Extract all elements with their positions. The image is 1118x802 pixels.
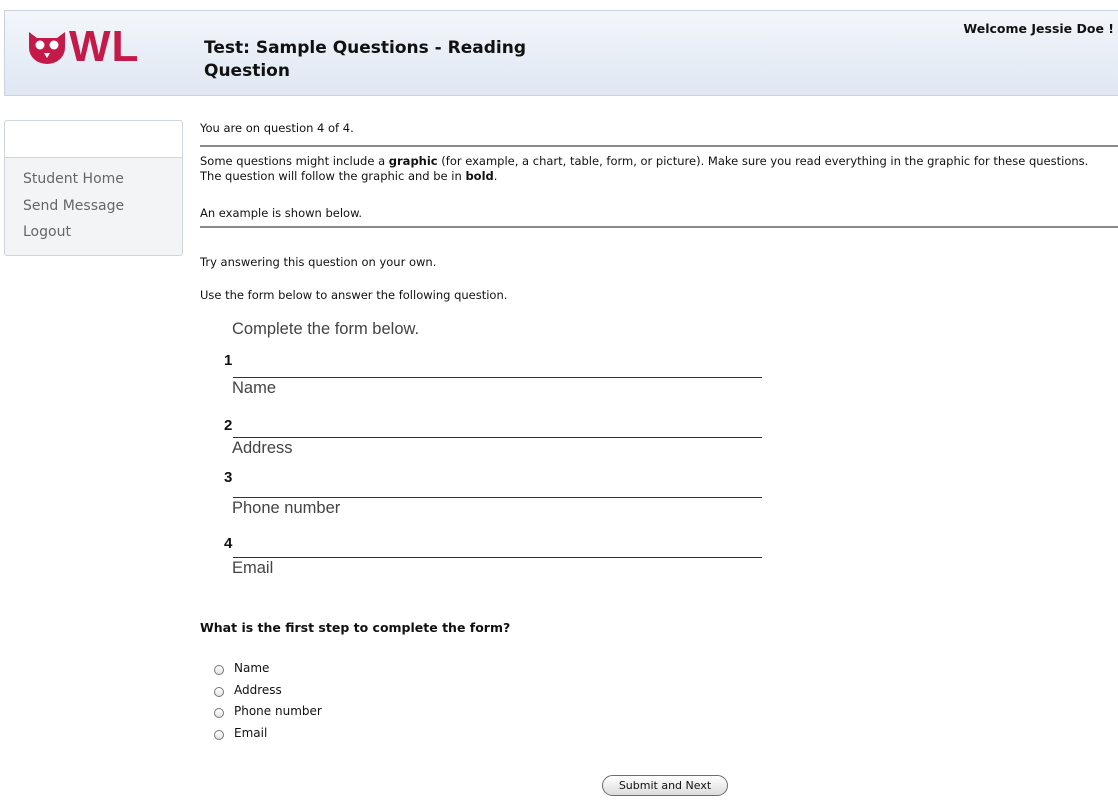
option-label: Address xyxy=(234,682,282,697)
form-field: 2 Address xyxy=(222,417,767,477)
graphic-instruction: Complete the form below. xyxy=(232,320,420,338)
answer-options: Name Address Phone number Email xyxy=(214,657,322,744)
option-label: Email xyxy=(234,725,268,740)
question-text: What is the first step to complete the f… xyxy=(200,620,511,635)
sidebar-nav: Student Home Send Message Logout xyxy=(5,158,182,246)
option-label: Name xyxy=(234,660,270,675)
field-line xyxy=(233,437,762,438)
field-line xyxy=(233,377,762,378)
field-line xyxy=(233,557,762,558)
page-title: Test: Sample Questions - Reading Questio… xyxy=(204,38,527,81)
sidebar-header xyxy=(5,121,182,158)
answer-option-phone-number[interactable]: Phone number xyxy=(214,700,322,722)
sidebar-item-logout[interactable]: Logout xyxy=(23,219,182,246)
logo-text: WL xyxy=(69,22,140,71)
field-number: 2 xyxy=(224,417,233,434)
sidebar-item-student-home[interactable]: Student Home xyxy=(23,166,182,193)
use-form-text: Use the form below to answer the followi… xyxy=(200,288,508,302)
question-progress: You are on question 4 of 4. xyxy=(200,121,354,135)
form-field: 3 Phone number xyxy=(222,469,767,529)
radio-button[interactable] xyxy=(214,729,224,740)
owl-logo-icon xyxy=(29,32,65,64)
answer-option-email[interactable]: Email xyxy=(214,722,322,744)
field-label: Name xyxy=(232,379,277,397)
radio-button[interactable] xyxy=(214,708,224,719)
page-header: WL Test: Sample Questions - Reading Ques… xyxy=(4,10,1118,96)
divider xyxy=(200,145,1118,147)
field-label: Phone number xyxy=(232,499,341,517)
field-number: 1 xyxy=(224,352,233,369)
example-note: An example is shown below. xyxy=(200,206,363,220)
form-field: 1 Name xyxy=(222,352,767,412)
field-number: 4 xyxy=(224,535,233,552)
welcome-message: Welcome Jessie Doe ! xyxy=(963,21,1114,36)
option-label: Phone number xyxy=(234,704,322,719)
field-number: 3 xyxy=(224,469,233,486)
answer-option-name[interactable]: Name xyxy=(214,657,322,679)
field-label: Email xyxy=(232,559,274,577)
sidebar-item-send-message[interactable]: Send Message xyxy=(23,193,182,220)
owl-logo: WL xyxy=(27,25,139,69)
try-text: Try answering this question on your own. xyxy=(200,255,437,269)
radio-button[interactable] xyxy=(214,664,224,675)
divider xyxy=(200,226,1118,228)
instructions-text: Some questions might include a graphic (… xyxy=(200,154,1100,184)
form-field: 4 Email xyxy=(222,535,767,595)
field-label: Address xyxy=(232,439,293,457)
sidebar: Student Home Send Message Logout xyxy=(4,120,183,256)
instructions-part: . xyxy=(493,169,498,183)
answer-option-address[interactable]: Address xyxy=(214,679,322,701)
instructions-bold: bold xyxy=(465,169,494,183)
form-graphic: Complete the form below. 1 Name 2 Addres… xyxy=(222,318,772,588)
instructions-part: Some questions might include a xyxy=(200,154,389,168)
radio-button[interactable] xyxy=(214,686,224,697)
field-line xyxy=(233,497,762,498)
instructions-bold: graphic xyxy=(388,154,438,168)
submit-next-button[interactable]: Submit and Next xyxy=(602,775,728,796)
